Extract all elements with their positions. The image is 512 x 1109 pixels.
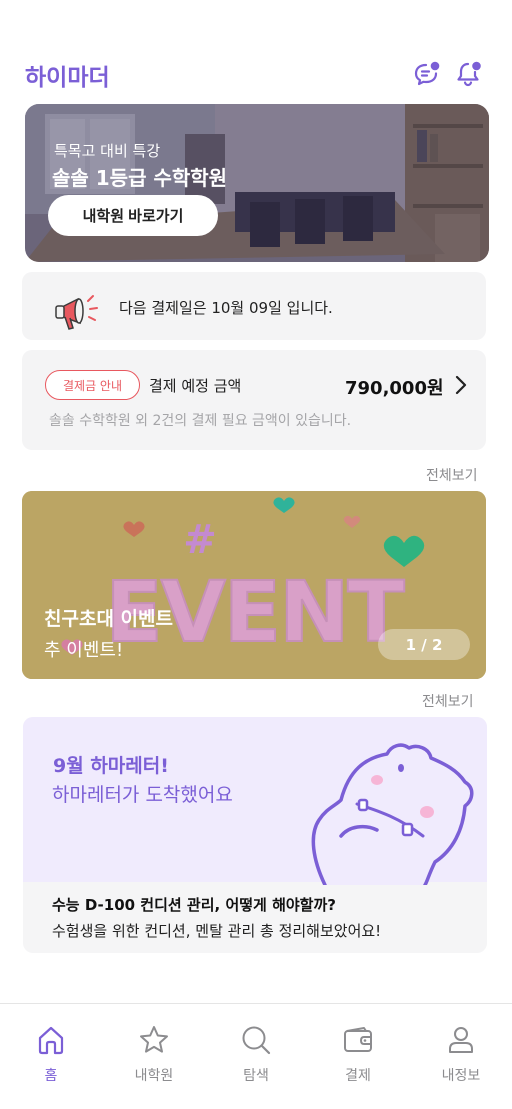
star-icon <box>140 1026 168 1053</box>
letter-subtitle: 하마레터가 도착했어요 <box>52 784 233 806</box>
payment-label: 결제 예정 금액 <box>149 377 242 395</box>
letter-see-all-link[interactable]: 전체보기 <box>422 691 474 711</box>
payment-card[interactable] <box>22 350 486 450</box>
app-header: 하이마더 <box>0 0 512 100</box>
payment-description: 솔솔 수학학원 외 2건의 결제 필요 금액이 있습니다. <box>49 413 352 429</box>
letter-question: 수능 D-100 컨디션 관리, 어떻게 해야할까? <box>52 896 336 914</box>
payment-amount: 790,000원 <box>345 378 444 399</box>
go-to-my-academy-button[interactable]: 내학원 바로가기 <box>48 195 218 236</box>
tab-my-info-label: 내정보 <box>441 1068 481 1084</box>
user-icon <box>449 1027 473 1053</box>
banner-subtitle: 특목고 대비 특강 <box>54 142 161 160</box>
letter-title: 9월 하마레터! <box>53 755 169 777</box>
tab-payment[interactable]: 결제 <box>323 1024 393 1090</box>
tab-my-academy-label: 내학원 <box>134 1068 174 1084</box>
tab-explore-label: 탐색 <box>243 1068 269 1084</box>
chat-icon[interactable] <box>413 60 441 88</box>
tab-my-info[interactable]: 내정보 <box>426 1024 496 1090</box>
search-icon <box>242 1026 271 1055</box>
megaphone-icon <box>55 295 98 330</box>
event-subtitle: 추 이벤트! <box>44 640 124 661</box>
tab-home[interactable]: 홈 <box>16 1024 86 1090</box>
tab-explore[interactable]: 탐색 <box>221 1024 291 1090</box>
payment-date-text: 다음 결제일은 10월 09일 입니다. <box>119 299 333 317</box>
hippo-mascot-icon <box>311 743 474 885</box>
svg-text:#: # <box>183 517 217 563</box>
event-pager: 1 / 2 <box>378 629 470 660</box>
payment-info-badge: 결제금 안내 <box>45 370 140 400</box>
tab-home-label: 홈 <box>44 1068 58 1084</box>
app-logo: 하이마더 <box>25 65 110 91</box>
chevron-right-icon[interactable] <box>452 374 470 396</box>
home-icon <box>38 1026 64 1055</box>
banner-title: 솔솔 1등급 수학학원 <box>52 166 228 190</box>
letter-description: 수험생을 위한 컨디션, 멘탈 관리 총 정리해보았어요! <box>52 922 382 940</box>
wallet-icon <box>344 1027 372 1052</box>
event-see-all-link[interactable]: 전체보기 <box>426 465 478 485</box>
tab-payment-label: 결제 <box>345 1068 371 1084</box>
tab-my-academy[interactable]: 내학원 <box>119 1024 189 1090</box>
bell-icon[interactable] <box>455 60 483 88</box>
event-title: 친구초대 이벤트 <box>44 608 173 630</box>
